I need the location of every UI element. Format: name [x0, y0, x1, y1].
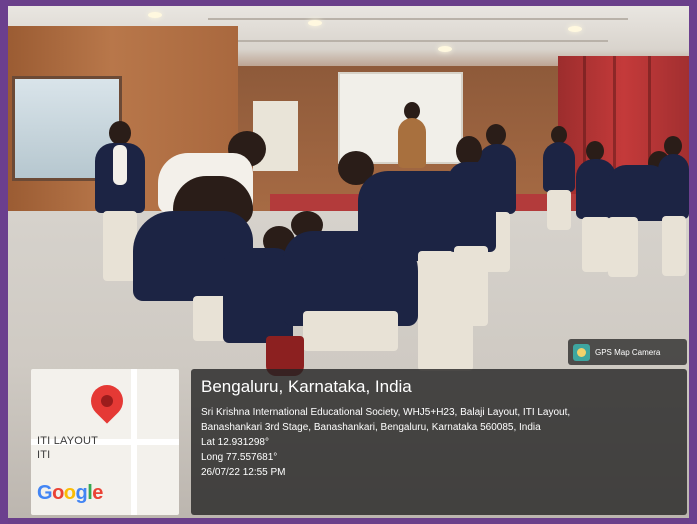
address-line-1: Sri Krishna International Educational So… — [201, 407, 571, 418]
location-info-panel: Bengaluru, Karnataka, India Sri Krishna … — [191, 369, 687, 515]
gps-camera-tag: GPS Map Camera — [568, 339, 687, 365]
ceiling-light — [148, 12, 162, 18]
ceiling-beam — [228, 40, 608, 42]
map-thumbnail: ITI LAYOUT ITI Google — [31, 369, 179, 515]
map-area-sublabel: ITI — [37, 449, 51, 461]
map-road — [131, 369, 137, 515]
timestamp: 26/07/22 12:55 PM — [201, 467, 286, 478]
ceiling-light — [438, 46, 452, 52]
camera-tag-label: GPS Map Camera — [595, 347, 661, 357]
ceiling-beam — [208, 18, 628, 20]
event-photo: GPS Map Camera ITI LAYOUT ITI Google Ben… — [8, 6, 689, 518]
location-title: Bengaluru, Karnataka, India — [201, 377, 412, 396]
latitude: Lat 12.931298° — [201, 437, 269, 448]
map-pin-center — [101, 395, 113, 407]
camera-app-icon — [573, 343, 590, 361]
ceiling-light — [308, 20, 322, 26]
google-logo: Google — [37, 482, 103, 504]
address-line-2: Banashankari 3rd Stage, Banashankari, Be… — [201, 422, 541, 433]
map-area-label: ITI LAYOUT — [37, 435, 99, 447]
longitude: Long 77.557681° — [201, 452, 278, 463]
ceiling-light — [568, 26, 582, 32]
